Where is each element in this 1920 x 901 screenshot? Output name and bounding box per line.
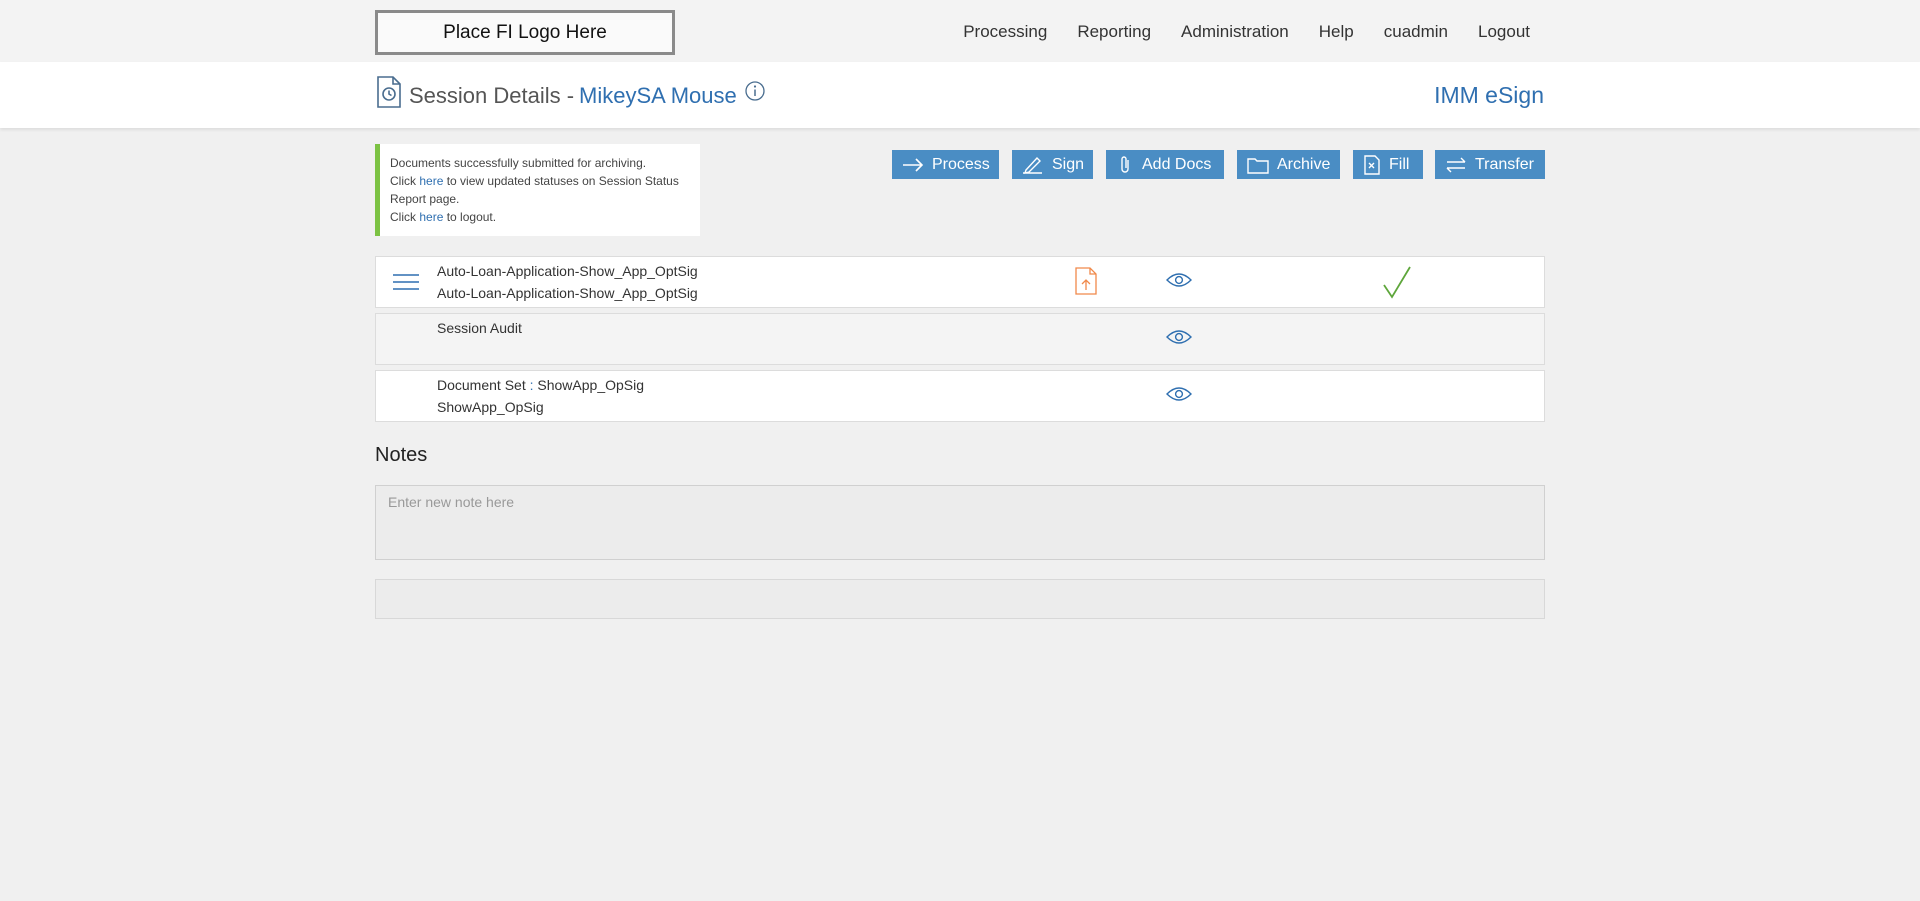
arrow-right-icon — [903, 157, 924, 172]
transfer-icon — [1446, 157, 1466, 172]
nav-processing[interactable]: Processing — [963, 22, 1047, 42]
eye-icon[interactable] — [1166, 329, 1192, 345]
nav-logout[interactable]: Logout — [1478, 22, 1530, 42]
sign-button[interactable]: Sign — [1012, 150, 1093, 179]
nav-reporting[interactable]: Reporting — [1077, 22, 1151, 42]
add-docs-button[interactable]: Add Docs — [1106, 150, 1224, 179]
app-name: IMM eSign — [1434, 82, 1544, 108]
document-set-name: ShowApp_OpSig — [537, 377, 645, 393]
eye-icon[interactable] — [1166, 272, 1192, 288]
history-document-icon — [377, 76, 401, 108]
fill-button[interactable]: Fill — [1353, 150, 1423, 179]
document-row: Session Audit — [375, 313, 1545, 365]
alert-text: Click — [390, 174, 420, 188]
page-header: Session Details - MikeySA Mouse IMM eSig… — [0, 62, 1920, 128]
logo-text: Place FI Logo Here — [443, 21, 607, 43]
paperclip-icon — [1121, 155, 1129, 173]
archive-label: Archive — [1277, 155, 1331, 173]
page-title: Session Details - — [409, 83, 575, 108]
success-alert: Documents successfully submitted for arc… — [375, 144, 700, 236]
fill-label: Fill — [1389, 155, 1410, 173]
separator: : — [525, 377, 538, 393]
document-row: Document Set : ShowApp_OpSig ShowApp_OpS… — [375, 370, 1545, 422]
eye-icon[interactable] — [1166, 386, 1192, 402]
process-button[interactable]: Process — [892, 150, 999, 179]
notes-heading: Notes — [375, 444, 428, 466]
status-report-link[interactable]: here — [419, 174, 443, 188]
transfer-label: Transfer — [1475, 155, 1534, 173]
form-fill-icon — [1364, 154, 1380, 175]
notes-input[interactable] — [375, 485, 1545, 560]
transfer-button[interactable]: Transfer — [1435, 150, 1545, 179]
nav-help[interactable]: Help — [1319, 22, 1354, 42]
folder-icon — [1247, 157, 1269, 174]
alert-text: to logout. — [443, 210, 497, 224]
document-set-label: Document Set — [437, 377, 526, 393]
process-label: Process — [932, 155, 990, 173]
session-user-name[interactable]: MikeySA Mouse — [579, 83, 737, 109]
logout-link[interactable]: here — [419, 210, 443, 224]
pen-icon — [1023, 156, 1042, 174]
add-docs-label: Add Docs — [1142, 155, 1212, 173]
alert-line: Click here to logout. — [390, 208, 690, 226]
document-set-title: Document Set : ShowApp_OpSig — [437, 377, 644, 393]
alert-text: Click — [390, 210, 420, 224]
sign-label: Sign — [1052, 155, 1085, 173]
main-nav: Processing Reporting Administration Help… — [963, 22, 1530, 42]
document-title: Auto-Loan-Application-Show_App_OptSig — [437, 263, 698, 279]
check-icon — [1383, 266, 1411, 299]
alert-line: Documents successfully submitted for arc… — [390, 156, 647, 170]
document-subtitle: Auto-Loan-Application-Show_App_OptSig — [437, 285, 698, 301]
archive-button[interactable]: Archive — [1237, 150, 1340, 179]
document-row: Auto-Loan-Application-Show_App_OptSig Au… — [375, 256, 1545, 308]
logo-placeholder: Place FI Logo Here — [375, 10, 675, 55]
notes-list — [375, 579, 1545, 619]
alert-line: Click here to view updated statuses on S… — [390, 172, 690, 208]
document-title: Session Audit — [437, 320, 522, 336]
top-bar: Place FI Logo Here Processing Reporting … — [0, 0, 1920, 62]
info-icon[interactable] — [744, 80, 766, 102]
document-subtitle: ShowApp_OpSig — [437, 399, 544, 415]
nav-administration[interactable]: Administration — [1181, 22, 1289, 42]
nav-user[interactable]: cuadmin — [1384, 22, 1448, 42]
hamburger-menu-icon[interactable] — [392, 272, 420, 292]
pdf-upload-icon[interactable] — [1075, 267, 1097, 295]
